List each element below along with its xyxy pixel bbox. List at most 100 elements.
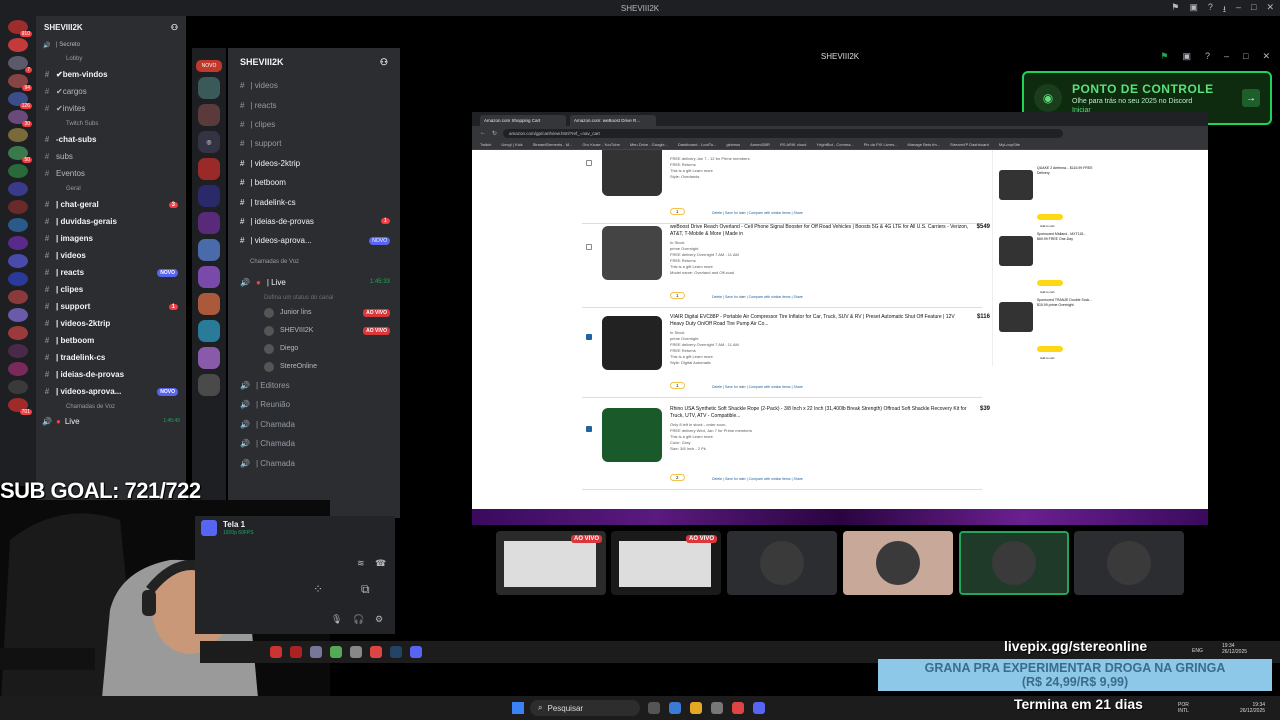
discord-icon[interactable] bbox=[753, 702, 765, 714]
server-icon[interactable] bbox=[198, 266, 220, 288]
add-member-icon[interactable]: ⚇ bbox=[380, 57, 388, 68]
sidebar-channel[interactable]: # -chat-subs bbox=[36, 131, 186, 148]
category-twitch-subs[interactable]: Twitch Subs bbox=[36, 117, 186, 131]
maximize-button[interactable]: □ bbox=[1243, 51, 1248, 62]
server-icon[interactable] bbox=[198, 185, 220, 207]
inner-lang-indicator[interactable]: ENG bbox=[1192, 648, 1203, 654]
sidebar-channel[interactable]: # | clipes bbox=[36, 281, 186, 298]
inner-channel[interactable]: # | tradelink-cs bbox=[228, 192, 400, 211]
server-icon[interactable] bbox=[8, 344, 28, 358]
item-actions[interactable]: Delete | Save for later | Compare with s… bbox=[712, 385, 803, 389]
bookmark-item[interactable]: StreamElements - M... bbox=[533, 142, 573, 147]
category-voice[interactable]: Chamadas de Voz bbox=[36, 400, 186, 414]
gear-icon[interactable]: ⚙ bbox=[375, 614, 383, 625]
app-icon[interactable] bbox=[350, 646, 362, 658]
inner-channel[interactable]: # | clipes bbox=[228, 115, 400, 134]
product-title[interactable]: Rhino USA Synthetic Soft Shackle Rope (2… bbox=[670, 406, 970, 420]
server-icon[interactable] bbox=[8, 326, 28, 340]
server-header[interactable]: SHEVIII2K ⚇ bbox=[36, 16, 186, 38]
quantity-stepper[interactable]: 1 bbox=[670, 292, 685, 299]
product-image[interactable] bbox=[999, 236, 1033, 266]
server-icon[interactable] bbox=[198, 374, 220, 396]
server-icon[interactable] bbox=[8, 200, 28, 214]
server-icon[interactable] bbox=[8, 236, 28, 250]
help-icon[interactable]: ? bbox=[1208, 2, 1213, 18]
server-icon[interactable]: 7 bbox=[8, 56, 32, 73]
sidebar-channel[interactable]: # subs bbox=[36, 148, 186, 165]
item-checkbox[interactable] bbox=[586, 334, 592, 340]
sidebar-channel[interactable]: # ✔cargos bbox=[36, 83, 186, 100]
app-icon[interactable] bbox=[711, 702, 723, 714]
arrow-right-icon[interactable]: → bbox=[1242, 89, 1260, 107]
inner-channel[interactable]: # | reacts bbox=[228, 95, 400, 114]
channel-status[interactable]: Defina um status do canal bbox=[228, 292, 400, 304]
bookmark-item[interactable]: Dashboard - LootTo... bbox=[678, 142, 716, 147]
participant-tile[interactable] bbox=[727, 531, 837, 595]
category-lobby[interactable]: Lobby bbox=[36, 52, 186, 66]
item-actions[interactable]: Delete | Save for later | Compare with s… bbox=[712, 477, 803, 481]
inner-channel[interactable]: # | support bbox=[228, 134, 400, 153]
bookmark-item[interactable]: Gru Kruse - YouTube bbox=[582, 142, 619, 147]
server-icon[interactable] bbox=[8, 272, 28, 286]
inner-channel[interactable]: # | videos bbox=[228, 76, 400, 95]
minimize-button[interactable]: – bbox=[1236, 2, 1241, 18]
item-checkbox[interactable] bbox=[586, 244, 592, 250]
reload-icon[interactable]: ↻ bbox=[492, 130, 497, 137]
sidebar-item-secret[interactable]: 🔊 | Secreto bbox=[36, 38, 186, 52]
server-icon[interactable]: 910 bbox=[8, 20, 32, 37]
sidebar-channel[interactable]: # | ideias-de-provas bbox=[36, 366, 186, 383]
recommendation-text[interactable]: Sponsored Midland - MXT115... $69.99 FRE… bbox=[1037, 232, 1093, 242]
chrome-icon[interactable] bbox=[370, 646, 382, 658]
participant-tile[interactable] bbox=[843, 531, 953, 595]
screen-share-tile[interactable]: AO VIVO bbox=[496, 531, 606, 595]
bookmark-item[interactable]: StreamVP Dashboard bbox=[950, 142, 989, 147]
server-icon[interactable] bbox=[8, 182, 28, 196]
bookmark-item[interactable]: Manage Bets.fm... bbox=[908, 142, 940, 147]
quantity-stepper[interactable]: 2 bbox=[670, 474, 685, 481]
server-icon[interactable]: 50 bbox=[8, 146, 32, 163]
participant-tile[interactable] bbox=[959, 531, 1069, 595]
bookmark-item[interactable]: Pix da PIX Livres... bbox=[864, 142, 898, 147]
inner-channel[interactable]: # | betboom bbox=[228, 173, 400, 192]
product-image[interactable] bbox=[602, 316, 662, 370]
browser-tab[interactable]: Amazon.com Shopping Cart bbox=[480, 115, 566, 126]
server-icon[interactable] bbox=[198, 77, 220, 99]
recommendation-text[interactable]: Sponsored TRANJE Double Sock... $15.99 p… bbox=[1037, 298, 1093, 308]
inbox-icon[interactable]: ▣ bbox=[1182, 51, 1191, 62]
voice-channel[interactable]: 🔊 | Reunião bbox=[228, 395, 400, 414]
steam-icon[interactable] bbox=[390, 646, 402, 658]
bookmark-item[interactable]: Meu Drive - Google... bbox=[630, 142, 668, 147]
voice-user[interactable]: Junior lins AO VIVO bbox=[228, 304, 400, 322]
task-view-icon[interactable] bbox=[648, 702, 660, 714]
server-icon[interactable] bbox=[198, 104, 220, 126]
item-actions[interactable]: Delete | Save for later | Compare with s… bbox=[712, 211, 803, 215]
sidebar-channel[interactable]: # | betboom bbox=[36, 332, 186, 349]
server-icon[interactable]: ◎ bbox=[198, 131, 220, 153]
add-to-cart-button[interactable]: Add to cart bbox=[1037, 346, 1063, 360]
sidebar-channel[interactable]: # Eventos bbox=[36, 165, 186, 182]
product-image[interactable] bbox=[999, 170, 1033, 200]
voice-channel[interactable]: 🔊 | Chamada bbox=[228, 434, 400, 453]
category-geral[interactable]: Geral bbox=[36, 182, 186, 196]
sidebar-channel[interactable]: # | videos bbox=[36, 247, 186, 264]
sidebar-channel[interactable]: # | imagens bbox=[36, 230, 186, 247]
server-icon[interactable]: 30 bbox=[8, 110, 32, 127]
server-icon[interactable] bbox=[198, 347, 220, 369]
app-icon[interactable] bbox=[290, 646, 302, 658]
server-icon[interactable] bbox=[8, 164, 28, 178]
sidebar-channel[interactable]: # | duvidas-gerais bbox=[36, 213, 186, 230]
add-to-cart-button[interactable]: Add to cart bbox=[1037, 214, 1063, 228]
voice-category[interactable]: Chamadas de Voz bbox=[228, 251, 400, 273]
inbox-icon[interactable]: ▣ bbox=[1189, 2, 1198, 18]
app-icon[interactable] bbox=[270, 646, 282, 658]
download-icon[interactable]: ⭳ bbox=[1223, 2, 1226, 18]
inner-server-header[interactable]: SHEVIII2K ⚇ bbox=[228, 48, 400, 76]
voice-channel[interactable]: 🔊 | Chamada bbox=[228, 453, 400, 472]
server-icon[interactable] bbox=[8, 38, 28, 52]
minimize-button[interactable]: – bbox=[1224, 51, 1229, 62]
bookmark-item[interactable]: ginimus bbox=[726, 142, 740, 147]
grid-icon[interactable]: ⁘ bbox=[313, 582, 323, 596]
server-icon[interactable] bbox=[198, 158, 220, 180]
server-icon[interactable] bbox=[8, 308, 28, 322]
close-button[interactable]: ✕ bbox=[1262, 51, 1270, 62]
